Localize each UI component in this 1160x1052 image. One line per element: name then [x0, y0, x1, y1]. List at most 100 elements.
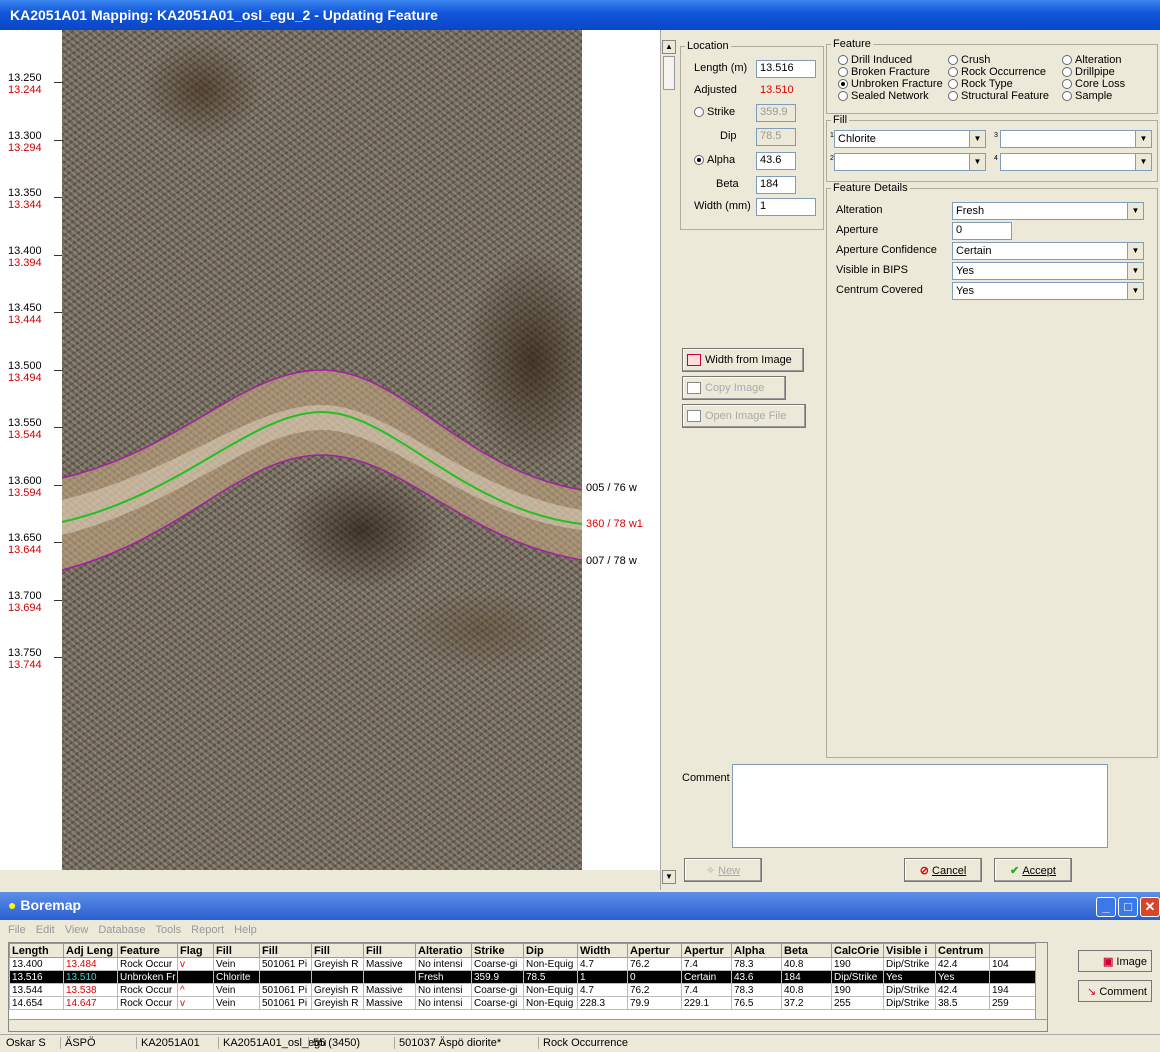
- feature-radio[interactable]: Drill Induced: [838, 54, 912, 66]
- fill-group: Fill: [826, 114, 1158, 182]
- scroll-up-icon[interactable]: ▲: [662, 40, 676, 54]
- alpha-input[interactable]: 43.6: [756, 152, 796, 170]
- strike-radio[interactable]: Strike: [694, 106, 735, 118]
- feature-radio[interactable]: Alteration: [1062, 54, 1121, 66]
- column-header[interactable]: Visible i: [883, 943, 936, 958]
- fill-select-2[interactable]: ▼: [834, 153, 986, 171]
- detail-select[interactable]: Fresh ▼: [952, 202, 1144, 220]
- depth-label: 13.650 13.644: [8, 532, 42, 556]
- table-cell: Non-Equig: [523, 996, 578, 1010]
- dropdown-arrow-icon: ▼: [1135, 154, 1151, 170]
- column-header[interactable]: Beta: [781, 943, 832, 958]
- feature-legend: Feature: [833, 38, 871, 50]
- feature-radio[interactable]: Sample: [1062, 90, 1112, 102]
- alpha-radio[interactable]: Alpha: [694, 154, 735, 166]
- length-label: Length (m): [694, 62, 748, 74]
- table-row[interactable]: 13.400 13.484 Rock Occur v Vein 501061 Pi Grey…: [9, 957, 1042, 971]
- column-header[interactable]: Strike: [471, 943, 524, 958]
- beta-input[interactable]: 184: [756, 176, 796, 194]
- detail-input[interactable]: 0: [952, 222, 1012, 240]
- core-image[interactable]: [62, 30, 582, 870]
- depth-label: 13.400 13.394: [8, 244, 42, 269]
- table-cell: 501061 Pi: [259, 996, 312, 1010]
- table-cell: Fresh: [415, 970, 472, 984]
- comment-button[interactable]: ↘ Comment: [1078, 980, 1152, 1002]
- fill-select-3[interactable]: ▼: [1000, 130, 1152, 148]
- minimize-icon[interactable]: _: [1096, 897, 1116, 917]
- column-header[interactable]: [989, 943, 1042, 958]
- column-header[interactable]: Fill: [213, 943, 260, 958]
- dropdown-arrow-icon: ▼: [1127, 283, 1143, 299]
- accept-button[interactable]: ✔ Accept: [994, 858, 1072, 882]
- column-header[interactable]: Fill: [311, 943, 364, 958]
- feature-radio[interactable]: Crush: [948, 54, 990, 66]
- detail-select[interactable]: Yes ▼: [952, 282, 1144, 300]
- feature-table[interactable]: Length Adj Leng Feature Flag Fill Fill Fill Fil…: [8, 942, 1048, 1032]
- fill-select-1[interactable]: Chlorite ▼: [834, 130, 986, 148]
- depth-label: 13.300 13.294: [8, 129, 42, 154]
- table-cell: Non-Equig: [523, 957, 578, 971]
- location-legend: Location: [687, 40, 729, 52]
- column-header[interactable]: Apertur: [681, 943, 732, 958]
- table-cell: 76.2: [627, 957, 682, 971]
- table-cell: 78.3: [731, 983, 782, 997]
- menu-item: File: [8, 924, 26, 936]
- feature-radio[interactable]: Rock Occurrence: [948, 66, 1046, 78]
- cancel-button[interactable]: ⊘ Cancel: [904, 858, 982, 882]
- table-cell: [363, 970, 416, 984]
- column-header[interactable]: Length: [9, 943, 64, 958]
- depth-tick: [54, 542, 62, 543]
- table-cell: [311, 970, 364, 984]
- feature-radio[interactable]: Structural Feature: [948, 90, 1049, 102]
- feature-radio[interactable]: Rock Type: [948, 78, 1013, 90]
- table-cell: 43.6: [731, 970, 782, 984]
- column-header[interactable]: Dip: [523, 943, 578, 958]
- detail-label: Centrum Covered: [836, 284, 923, 296]
- close-icon[interactable]: ✕: [1140, 897, 1160, 917]
- table-hscroll[interactable]: [9, 1019, 1047, 1031]
- feature-radio[interactable]: Sealed Network: [838, 90, 929, 102]
- feature-radio[interactable]: Core Loss: [1062, 78, 1125, 90]
- column-header[interactable]: Fill: [259, 943, 312, 958]
- dip-label: Dip: [720, 130, 737, 142]
- detail-select[interactable]: Certain ▼: [952, 242, 1144, 260]
- column-header[interactable]: Fill: [363, 943, 416, 958]
- detail-select[interactable]: Yes ▼: [952, 262, 1144, 280]
- feature-radio[interactable]: Broken Fracture: [838, 66, 930, 78]
- width-input[interactable]: 1: [756, 198, 816, 216]
- table-cell: 184: [781, 970, 832, 984]
- column-header[interactable]: Flag: [177, 943, 214, 958]
- table-cell: No intensi: [415, 996, 472, 1010]
- cancel-icon: ⊘: [919, 865, 933, 877]
- feature-radio[interactable]: Drillpipe: [1062, 66, 1115, 78]
- boremap-titlebar: ● Boremap _ □ ✕: [0, 892, 1160, 920]
- column-header[interactable]: Alteratio: [415, 943, 472, 958]
- menu-item: Help: [234, 924, 257, 936]
- column-header[interactable]: Apertur: [627, 943, 682, 958]
- table-cell: 359.9: [471, 970, 524, 984]
- maximize-icon[interactable]: □: [1118, 897, 1138, 917]
- image-button[interactable]: ▣ Image: [1078, 950, 1152, 972]
- feature-radio[interactable]: Unbroken Fracture: [838, 78, 943, 90]
- table-row[interactable]: 14.654 14.647 Rock Occur v Vein 501061 Pi Grey…: [9, 996, 1042, 1010]
- table-cell: [177, 970, 214, 984]
- width-from-image-button[interactable]: Width from Image: [682, 348, 804, 372]
- strike-input: 359.9: [756, 104, 796, 122]
- fill-select-4[interactable]: ▼: [1000, 153, 1152, 171]
- scroll-down-icon[interactable]: ▼: [662, 870, 676, 884]
- column-header[interactable]: Feature: [117, 943, 178, 958]
- image-scrollbar[interactable]: ▲ ▼: [660, 30, 676, 890]
- column-header[interactable]: CalcOrie: [831, 943, 884, 958]
- column-header[interactable]: Width: [577, 943, 628, 958]
- table-vscroll[interactable]: [1035, 943, 1047, 1019]
- table-row[interactable]: 13.544 13.538 Rock Occur ^ Vein 501061 Pi Grey…: [9, 983, 1042, 997]
- column-header[interactable]: Centrum: [935, 943, 990, 958]
- column-header[interactable]: Alpha: [731, 943, 782, 958]
- scroll-thumb[interactable]: [663, 56, 675, 90]
- table-row[interactable]: 13.516 13.510 Unbroken Fr Chlorite Fresh 359.…: [9, 970, 1042, 984]
- table-cell: 4.7: [577, 983, 628, 997]
- length-input[interactable]: 13.516: [756, 60, 816, 78]
- column-header[interactable]: Adj Leng: [63, 943, 118, 958]
- feature-details-legend: Feature Details: [833, 182, 908, 194]
- comment-textarea[interactable]: [732, 764, 1108, 848]
